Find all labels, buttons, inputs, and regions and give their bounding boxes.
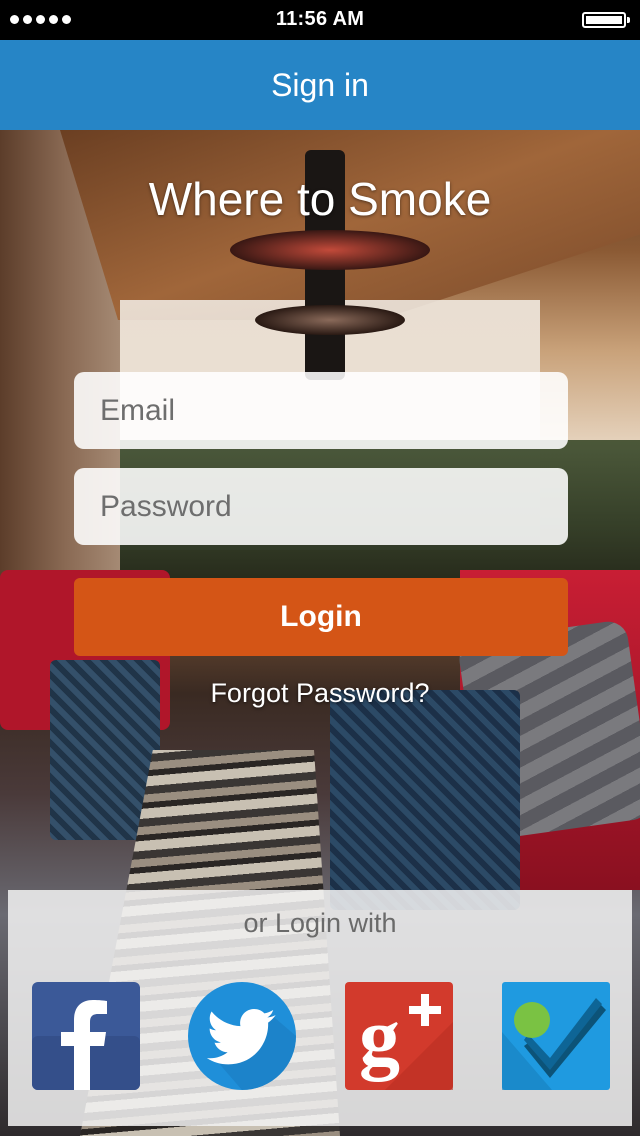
battery-icon: [582, 12, 630, 28]
background-heater-bottom: [255, 305, 405, 335]
app-title: Where to Smoke: [148, 173, 492, 225]
status-bar: 11:56 AM: [0, 0, 640, 40]
nav-title: Sign in: [271, 66, 369, 103]
login-button[interactable]: Login: [74, 578, 568, 656]
background-wicker-chair: [330, 690, 520, 910]
foursquare-icon: [502, 982, 610, 1090]
forgot-password-link[interactable]: Forgot Password?: [0, 678, 640, 709]
navigation-bar: Sign in: [0, 40, 640, 130]
twitter-icon: [188, 982, 296, 1090]
social-login-panel: or Login with g: [8, 890, 632, 1126]
social-login-caption: or Login with: [243, 908, 397, 938]
foursquare-login-button[interactable]: [502, 982, 610, 1090]
status-time: 11:56 AM: [275, 8, 365, 30]
background-heater-top: [230, 230, 430, 270]
email-field[interactable]: [74, 372, 568, 449]
google-plus-icon: g: [345, 982, 453, 1090]
password-field[interactable]: [74, 468, 568, 545]
facebook-icon: [32, 982, 140, 1090]
google-plus-login-button[interactable]: g: [345, 982, 453, 1090]
facebook-login-button[interactable]: [32, 982, 140, 1090]
svg-text:g: g: [359, 991, 400, 1082]
twitter-login-button[interactable]: [188, 982, 296, 1090]
